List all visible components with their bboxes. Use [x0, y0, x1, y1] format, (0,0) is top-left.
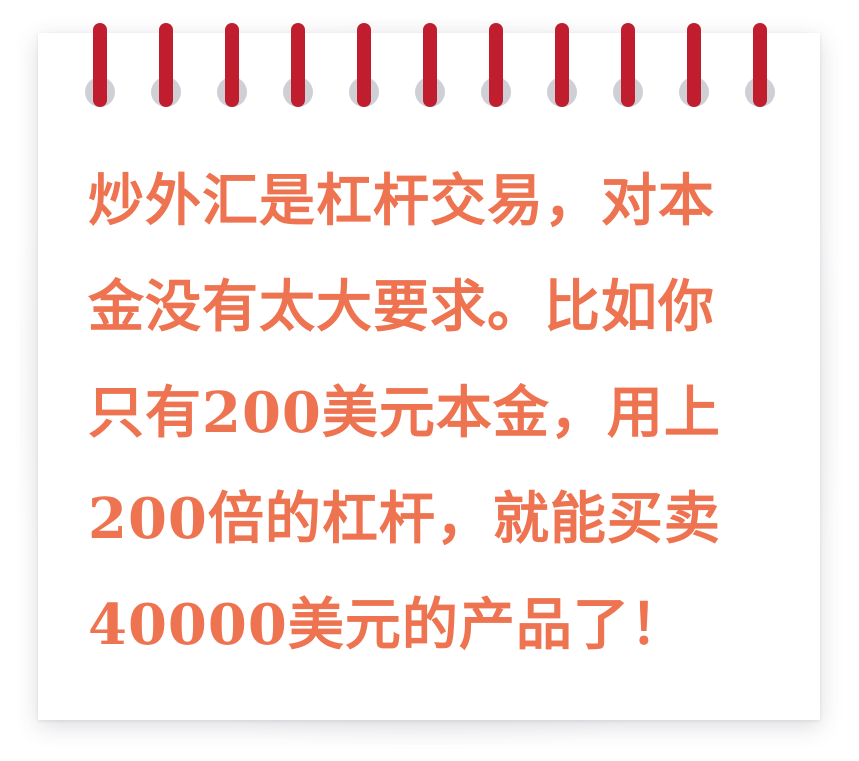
note-text: 炒外汇是杠杆交易，对本 金没有太大要求。比如你 只有200美元本金，用上 200… [88, 148, 768, 678]
note-line: 只有200美元本金，用上 [88, 380, 721, 446]
note-line: 40000美元的产品了！ [88, 592, 687, 658]
binding-ring [744, 23, 776, 107]
ring-bar [753, 23, 767, 107]
binding-ring [678, 23, 710, 107]
ring-bar [357, 23, 371, 107]
note-line: 200倍的杠杆，就能买卖 [88, 486, 721, 552]
spiral-binding [0, 0, 859, 120]
ring-bar [159, 23, 173, 107]
binding-ring [612, 23, 644, 107]
binding-ring [84, 23, 116, 107]
ring-bar [93, 23, 107, 107]
binding-ring [480, 23, 512, 107]
ring-bar [621, 23, 635, 107]
ring-bar [555, 23, 569, 107]
binding-ring [546, 23, 578, 107]
note-line: 金没有太大要求。比如你 [88, 274, 715, 340]
binding-ring [348, 23, 380, 107]
ring-bar [423, 23, 437, 107]
binding-ring [414, 23, 446, 107]
ring-bar [225, 23, 239, 107]
binding-ring [282, 23, 314, 107]
note-line: 炒外汇是杠杆交易，对本 [88, 168, 715, 234]
binding-ring [216, 23, 248, 107]
binding-ring [150, 23, 182, 107]
ring-bar [687, 23, 701, 107]
ring-bar [291, 23, 305, 107]
ring-bar [489, 23, 503, 107]
